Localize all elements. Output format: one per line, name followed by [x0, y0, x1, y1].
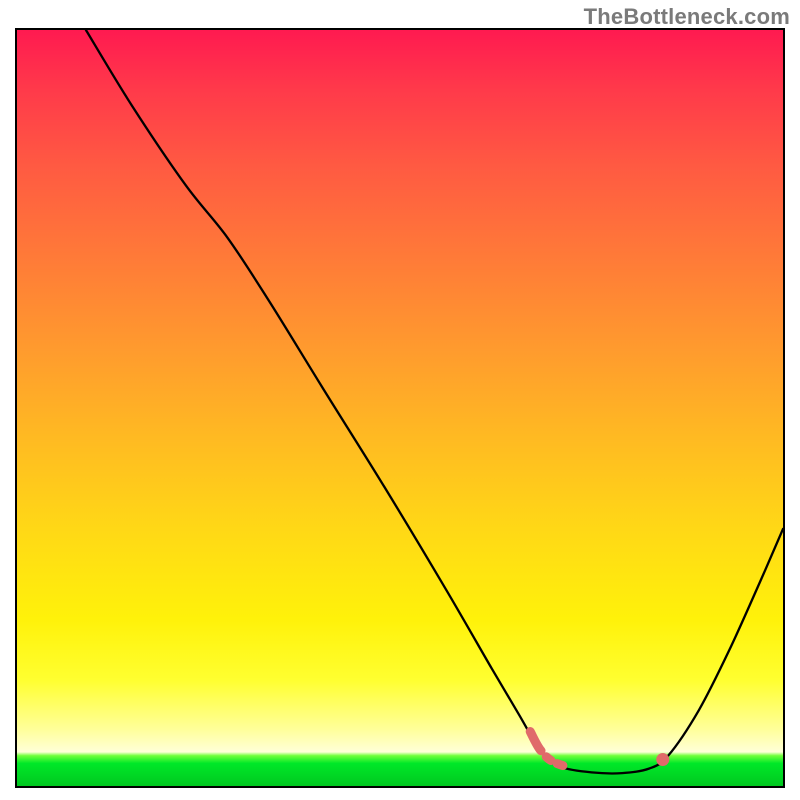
dashed-highlight-segment [530, 732, 656, 772]
bottleneck-curve [86, 30, 783, 773]
chart-svg [17, 30, 783, 786]
curve-marker-dot [656, 753, 669, 766]
watermark-text: TheBottleneck.com [584, 4, 790, 30]
chart-frame: TheBottleneck.com [0, 0, 800, 800]
plot-area [15, 28, 785, 788]
